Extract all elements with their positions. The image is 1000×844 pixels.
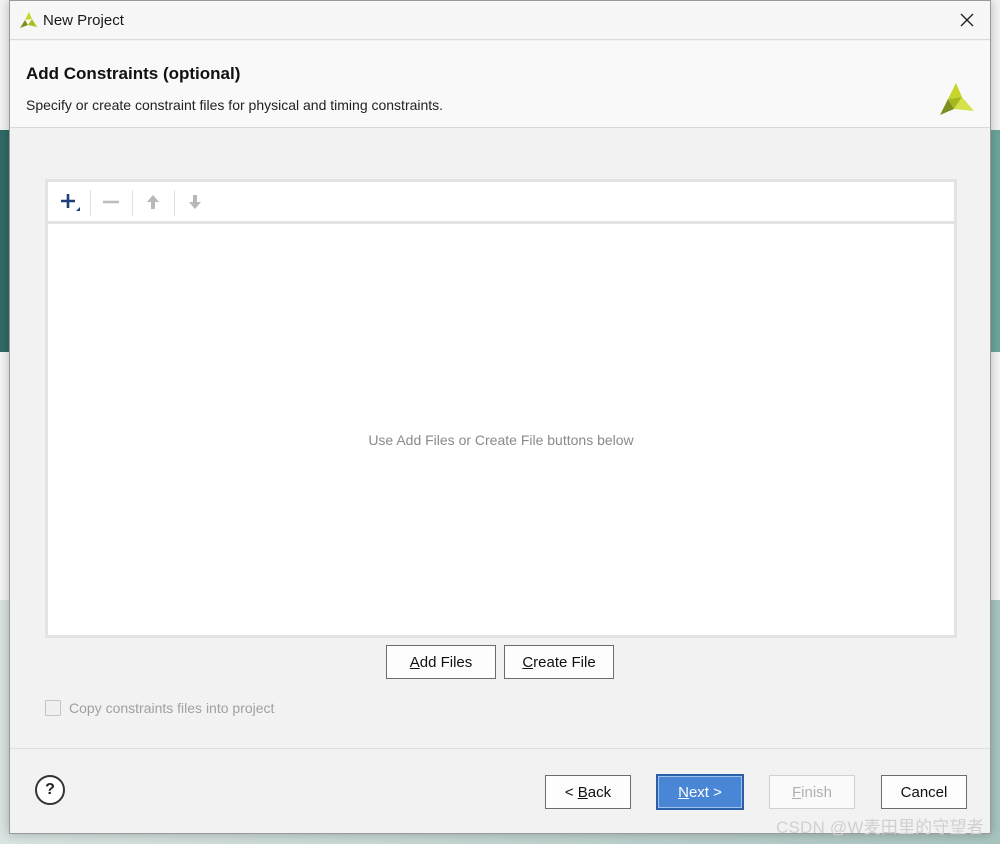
- remove-file-button[interactable]: [96, 189, 126, 215]
- create-file-label: reate File: [533, 653, 596, 671]
- title-bar[interactable]: New Project: [10, 1, 990, 40]
- window-title: New Project: [43, 12, 124, 29]
- finish-label: inish: [801, 783, 833, 801]
- cancel-label: Cancel: [900, 783, 948, 801]
- arrow-down-icon: [189, 195, 201, 209]
- page-header: Add Constraints (optional) Specify or cr…: [10, 41, 990, 128]
- move-down-button[interactable]: [180, 189, 210, 215]
- close-button[interactable]: [952, 6, 982, 34]
- empty-list-message: Use Add Files or Create File buttons bel…: [368, 432, 634, 448]
- minus-icon: [103, 200, 119, 204]
- help-icon: ?: [45, 781, 55, 798]
- csdn-watermark: CSDN @W麦田里的守望者: [776, 818, 984, 837]
- add-files-label: dd Files: [419, 653, 473, 671]
- add-file-button[interactable]: [54, 189, 84, 215]
- close-icon: [960, 13, 974, 27]
- add-files-button[interactable]: Add Files: [386, 645, 496, 679]
- finish-button[interactable]: Finish: [769, 775, 855, 809]
- add-files-mnemonic: A: [409, 653, 420, 671]
- plus-icon: [61, 194, 80, 211]
- copy-constraints-option: Copy constraints files into project: [45, 698, 274, 718]
- next-label: ext >: [688, 783, 722, 801]
- help-button[interactable]: ?: [35, 775, 65, 805]
- back-prefix: <: [564, 783, 574, 801]
- page-subtitle: Specify or create constraint files for p…: [26, 97, 444, 113]
- move-up-button[interactable]: [138, 189, 168, 215]
- finish-mnemonic: F: [791, 783, 802, 801]
- vivado-logo-icon: [940, 83, 974, 115]
- back-button[interactable]: < Back: [545, 775, 631, 809]
- copy-constraints-checkbox[interactable]: [45, 700, 61, 716]
- create-file-button[interactable]: Create File: [504, 645, 614, 679]
- cancel-button[interactable]: Cancel: [881, 775, 967, 809]
- back-label: ack: [587, 783, 612, 801]
- arrow-up-icon: [147, 195, 159, 209]
- file-toolbar: [48, 182, 954, 224]
- page-title: Add Constraints (optional): [26, 64, 241, 83]
- new-project-dialog: New Project Add Constraints (optional) S…: [9, 0, 991, 834]
- constraints-file-panel: Use Add Files or Create File buttons bel…: [45, 179, 957, 638]
- vivado-logo-icon: [20, 12, 37, 28]
- footer-divider: [10, 748, 990, 749]
- next-mnemonic: N: [678, 783, 689, 801]
- back-mnemonic: B: [577, 783, 588, 801]
- next-button[interactable]: Next >: [656, 774, 744, 810]
- copy-constraints-label: Copy constraints files into project: [69, 700, 275, 716]
- create-file-mnemonic: C: [522, 653, 534, 671]
